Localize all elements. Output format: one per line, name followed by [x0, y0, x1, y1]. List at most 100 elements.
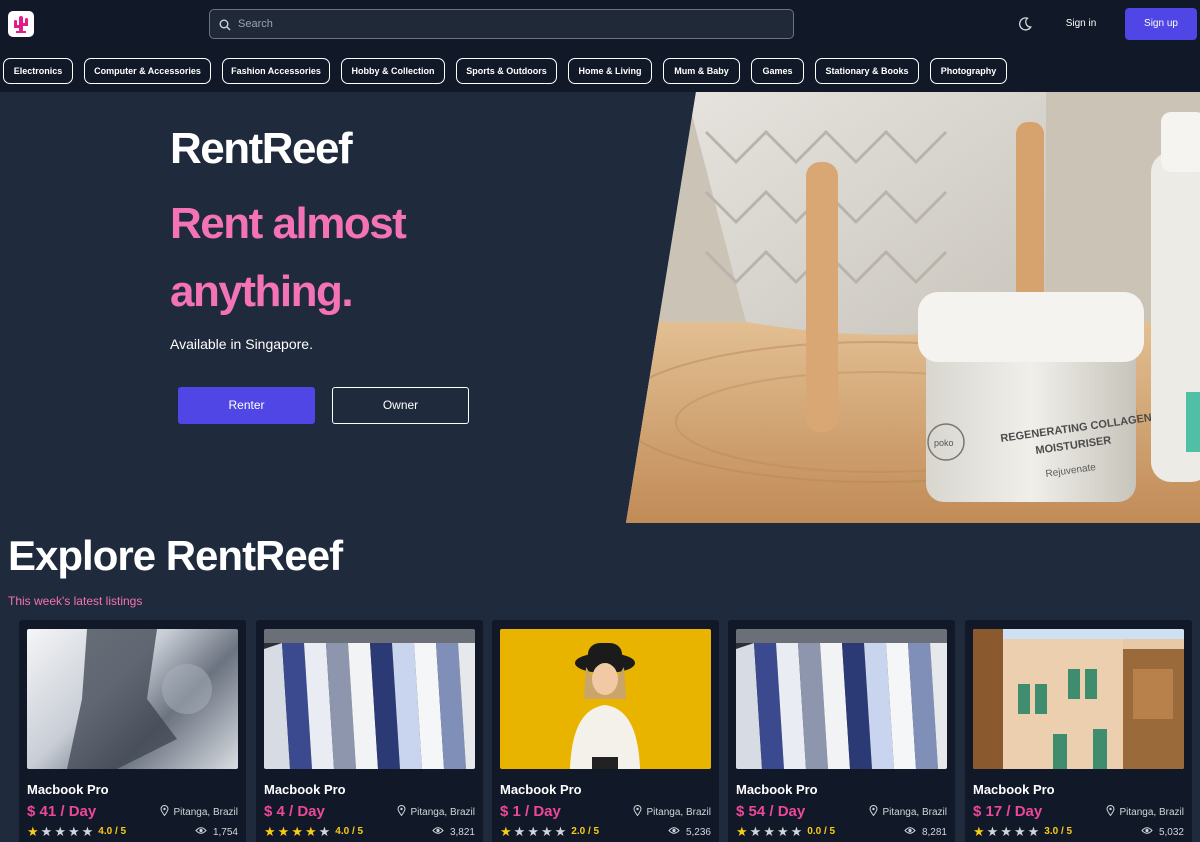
listing-price: $ 1 / Day: [500, 803, 561, 820]
listing-card[interactable]: Macbook Pro $ 54 / Day Pitanga, Brazil ★…: [728, 620, 955, 842]
views-text: 5,236: [685, 826, 711, 838]
views-text: 1,754: [212, 826, 238, 838]
star-icon: ★: [1013, 824, 1026, 839]
hero-image: REGENERATING COLLAGEN MOISTURISER Rejuve…: [626, 92, 1200, 523]
star-icon: ★: [304, 824, 317, 839]
star-icon: ★: [763, 824, 775, 839]
listing-location: Pitanga, Brazil: [869, 805, 947, 819]
listing-title: Macbook Pro: [500, 782, 582, 797]
star-icon: ★: [264, 824, 276, 839]
star-icon: ★: [513, 824, 526, 839]
eye-icon: [1141, 826, 1153, 838]
rating-text: 4.0 / 5: [335, 826, 364, 837]
cactus-logo-icon[interactable]: [8, 11, 34, 37]
star-icon: ★: [40, 824, 53, 839]
rating-text: 0.0 / 5: [807, 826, 836, 837]
listing-title: Macbook Pro: [736, 782, 818, 797]
star-rating: ★ ★ ★ ★ ★ 4.0 / 5: [264, 825, 363, 838]
top-navbar: Sign in Sign up: [0, 0, 1200, 50]
category-fashion-accessories[interactable]: Fashion Accessories: [222, 58, 330, 84]
sign-up-button[interactable]: Sign up: [1125, 8, 1197, 40]
winter-boots-photo: [27, 629, 238, 769]
listing-location: Pitanga, Brazil: [397, 805, 475, 819]
star-rating: ★ ★ ★ ★ ★ 3.0 / 5: [973, 825, 1072, 838]
search-icon: [219, 18, 231, 36]
star-rating: ★ ★ ★ ★ ★ 0.0 / 5: [736, 825, 835, 838]
category-photography[interactable]: Photography: [930, 58, 1007, 84]
search-input[interactable]: [238, 10, 788, 38]
category-computer-accessories[interactable]: Computer & Accessories: [84, 58, 211, 84]
star-icon: ★: [1027, 824, 1040, 839]
view-count: 8,281: [904, 826, 947, 838]
explore-subtitle: This week's latest listings: [8, 594, 143, 608]
star-icon: ★: [736, 824, 748, 839]
category-bar: Electronics Computer & Accessories Fashi…: [0, 50, 1200, 92]
star-icon: ★: [986, 824, 999, 839]
star-icon: ★: [527, 824, 539, 839]
location-text: Pitanga, Brazil: [410, 806, 475, 818]
listing-title: Macbook Pro: [264, 782, 346, 797]
listing-price: $ 17 / Day: [973, 803, 1043, 820]
view-count: 5,032: [1141, 826, 1184, 838]
views-text: 8,281: [921, 826, 947, 838]
location-pin-icon: [869, 805, 878, 819]
star-icon: ★: [1000, 824, 1012, 839]
owner-button[interactable]: Owner: [332, 387, 469, 424]
search-bar: [209, 9, 794, 39]
rating-text: 2.0 / 5: [571, 826, 600, 837]
woman-yellow-wall-photo: [500, 629, 711, 769]
star-icon: ★: [291, 824, 303, 839]
category-home-living[interactable]: Home & Living: [568, 58, 652, 84]
eye-icon: [195, 826, 207, 838]
star-icon: ★: [790, 824, 803, 839]
views-text: 3,821: [449, 826, 475, 838]
rating-text: 4.0 / 5: [98, 826, 127, 837]
listing-price: $ 54 / Day: [736, 803, 806, 820]
star-icon: ★: [973, 824, 985, 839]
category-hobby-collection[interactable]: Hobby & Collection: [341, 58, 445, 84]
listing-price: $ 41 / Day: [27, 803, 97, 820]
listing-card[interactable]: Macbook Pro $ 17 / Day Pitanga, Brazil ★…: [965, 620, 1192, 842]
location-pin-icon: [1106, 805, 1115, 819]
sign-in-link[interactable]: Sign in: [1055, 16, 1107, 32]
star-icon: ★: [81, 824, 94, 839]
listing-title: Macbook Pro: [973, 782, 1055, 797]
moon-icon[interactable]: [1017, 16, 1033, 37]
rating-text: 3.0 / 5: [1044, 826, 1073, 837]
category-stationary-books[interactable]: Stationary & Books: [815, 58, 919, 84]
star-icon: ★: [318, 824, 331, 839]
view-count: 3,821: [432, 826, 475, 838]
listing-card[interactable]: Macbook Pro $ 1 / Day Pitanga, Brazil ★ …: [492, 620, 719, 842]
star-icon: ★: [27, 824, 39, 839]
views-text: 5,032: [1158, 826, 1184, 838]
location-pin-icon: [633, 805, 642, 819]
location-pin-icon: [397, 805, 406, 819]
star-icon: ★: [277, 824, 290, 839]
location-text: Pitanga, Brazil: [173, 806, 238, 818]
view-count: 1,754: [195, 826, 238, 838]
category-sports-outdoors[interactable]: Sports & Outdoors: [456, 58, 557, 84]
hero-brand-title: RentReef: [170, 124, 353, 173]
listing-card[interactable]: Macbook Pro $ 41 / Day Pitanga, Brazil ★…: [19, 620, 246, 842]
eye-icon: [668, 826, 680, 838]
category-electronics[interactable]: Electronics: [3, 58, 73, 84]
location-text: Pitanga, Brazil: [882, 806, 947, 818]
shirts-rack-photo: [736, 629, 947, 769]
star-icon: ★: [500, 824, 512, 839]
explore-title: Explore RentReef: [8, 532, 343, 579]
category-games[interactable]: Games: [751, 58, 804, 84]
star-rating: ★ ★ ★ ★ ★ 4.0 / 5: [27, 825, 126, 838]
hero-tagline: Rent almost anything.: [170, 199, 407, 316]
listing-location: Pitanga, Brazil: [160, 805, 238, 819]
category-mum-baby[interactable]: Mum & Baby: [663, 58, 740, 84]
shirts-rack-photo: [264, 629, 475, 769]
renter-button[interactable]: Renter: [178, 387, 315, 424]
star-icon: ★: [554, 824, 567, 839]
star-icon: ★: [540, 824, 553, 839]
hero-availability: Available in Singapore.: [170, 336, 313, 352]
star-rating: ★ ★ ★ ★ ★ 2.0 / 5: [500, 825, 599, 838]
listing-location: Pitanga, Brazil: [633, 805, 711, 819]
listing-title: Macbook Pro: [27, 782, 109, 797]
listing-price: $ 4 / Day: [264, 803, 325, 820]
listing-card[interactable]: Macbook Pro $ 4 / Day Pitanga, Brazil ★ …: [256, 620, 483, 842]
